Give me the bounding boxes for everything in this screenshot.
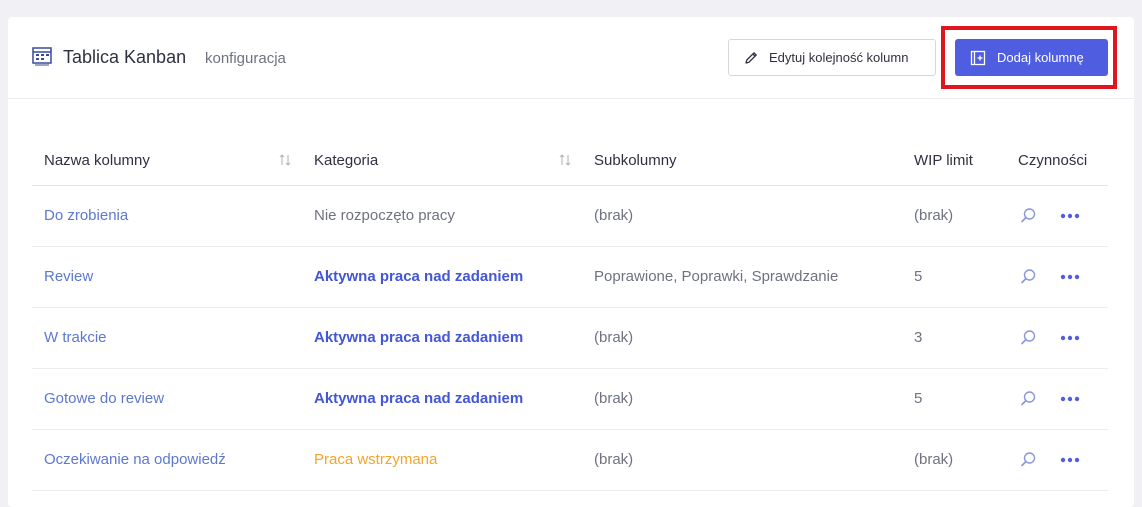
columns-table: Nazwa kolumny Kategoria Subkolumny WIP l… (32, 136, 1108, 491)
search-icon[interactable] (1018, 206, 1038, 226)
edit-column-order-label: Edytuj kolejność kolumn (769, 50, 909, 65)
more-dots-icon[interactable] (1060, 450, 1080, 470)
column-name-link[interactable]: Gotowe do review (44, 390, 164, 407)
column-name-link[interactable]: Do zrobienia (44, 207, 128, 224)
table-header-row: Nazwa kolumny Kategoria Subkolumny WIP l… (32, 136, 1108, 186)
subcolumns-value: (brak) (594, 329, 634, 346)
add-column-button[interactable]: Dodaj kolumnę (955, 39, 1108, 76)
page-subtitle: konfiguracja (205, 50, 286, 67)
add-column-label: Dodaj kolumnę (997, 50, 1084, 65)
table-row: Gotowe do review Aktywna praca nad zadan… (32, 368, 1108, 430)
kanban-board-icon (32, 46, 52, 66)
column-header-category[interactable]: Kategoria (302, 136, 582, 186)
subcolumns-value: (brak) (594, 207, 634, 224)
kanban-config-card: Tablica Kanban konfiguracja Edytuj kolej… (8, 17, 1134, 507)
category-label: Aktywna praca nad zadaniem (314, 390, 524, 407)
row-actions (1018, 389, 1108, 409)
row-actions (1018, 450, 1108, 470)
table-row: Do zrobienia Nie rozpoczęto pracy (brak)… (32, 185, 1108, 247)
category-label: Nie rozpoczęto pracy (314, 207, 455, 224)
column-name-link[interactable]: Oczekiwanie na odpowiedź (44, 451, 226, 468)
category-label: Praca wstrzymana (314, 451, 438, 468)
edit-column-order-button[interactable]: Edytuj kolejność kolumn (728, 39, 936, 76)
pencil-icon (743, 50, 759, 66)
table-row: Oczekiwanie na odpowiedź Praca wstrzyman… (32, 429, 1108, 491)
row-actions (1018, 267, 1108, 287)
column-name-link[interactable]: Review (44, 268, 93, 285)
column-name-link[interactable]: W trakcie (44, 329, 107, 346)
sort-icon[interactable] (558, 153, 572, 167)
category-label: Aktywna praca nad zadaniem (314, 268, 524, 285)
column-header-name[interactable]: Nazwa kolumny (32, 136, 302, 186)
wip-limit-value: 3 (914, 329, 923, 346)
page-header: Tablica Kanban konfiguracja Edytuj kolej… (8, 17, 1134, 99)
column-header-wip: WIP limit (902, 136, 1006, 186)
add-column-icon (970, 50, 986, 66)
wip-limit-value: 5 (914, 268, 923, 285)
column-header-actions: Czynności (1006, 136, 1108, 186)
wip-limit-value: (brak) (914, 207, 954, 224)
more-dots-icon[interactable] (1060, 389, 1080, 409)
search-icon[interactable] (1018, 450, 1038, 470)
subcolumns-value: Poprawione, Poprawki, Sprawdzanie (594, 268, 839, 285)
wip-limit-value: (brak) (914, 451, 954, 468)
search-icon[interactable] (1018, 267, 1038, 287)
sort-icon[interactable] (278, 153, 292, 167)
subcolumns-value: (brak) (594, 390, 634, 407)
table-row: Review Aktywna praca nad zadaniem Popraw… (32, 246, 1108, 308)
page-title: Tablica Kanban (63, 47, 187, 67)
subcolumns-value: (brak) (594, 451, 634, 468)
category-label: Aktywna praca nad zadaniem (314, 329, 524, 346)
search-icon[interactable] (1018, 328, 1038, 348)
row-actions (1018, 206, 1108, 226)
search-icon[interactable] (1018, 389, 1038, 409)
more-dots-icon[interactable] (1060, 328, 1080, 348)
row-actions (1018, 328, 1108, 348)
table-row: W trakcie Aktywna praca nad zadaniem (br… (32, 307, 1108, 369)
more-dots-icon[interactable] (1060, 206, 1080, 226)
wip-limit-value: 5 (914, 390, 923, 407)
more-dots-icon[interactable] (1060, 267, 1080, 287)
column-header-subcolumns: Subkolumny (582, 136, 902, 186)
